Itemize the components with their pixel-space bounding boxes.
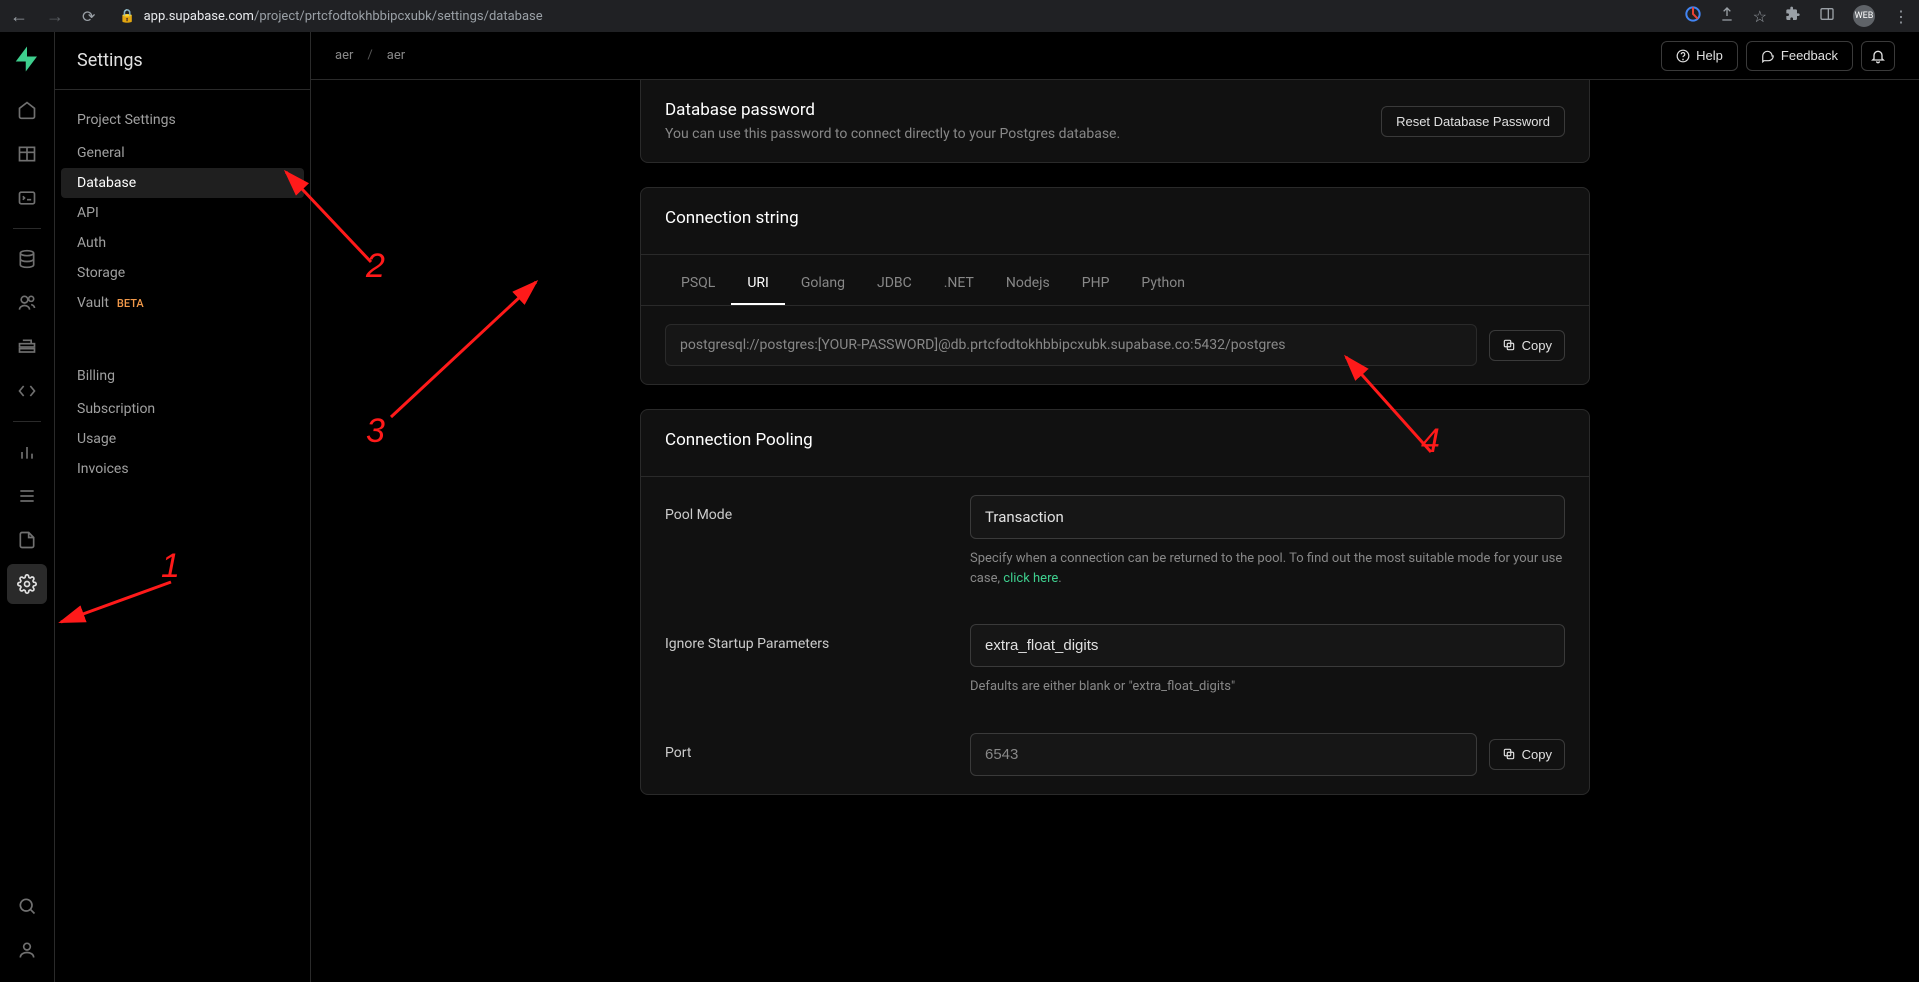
main-area: aer / aer Help Feedback Data xyxy=(311,32,1919,982)
tab-golang[interactable]: Golang xyxy=(785,263,861,305)
lock-icon: 🔒 xyxy=(119,9,135,24)
help-button[interactable]: Help xyxy=(1661,41,1738,71)
google-icon[interactable] xyxy=(1685,6,1701,26)
sidebar-item-storage[interactable]: Storage xyxy=(55,258,310,288)
storage-icon[interactable] xyxy=(7,327,47,367)
pool-mode-select[interactable]: Transaction xyxy=(970,495,1565,539)
back-arrow[interactable]: ← xyxy=(10,6,28,27)
sidebar-item-auth[interactable]: Auth xyxy=(55,228,310,258)
sidebar-item-usage[interactable]: Usage xyxy=(55,424,310,454)
card-connection-pooling: Connection Pooling Pool Mode Transaction… xyxy=(640,409,1590,795)
settings-sidebar: Settings Project Settings GeneralDatabas… xyxy=(55,32,311,982)
icon-rail xyxy=(0,32,55,982)
sidebar-item-vault[interactable]: VaultBETA xyxy=(55,288,310,318)
star-icon[interactable]: ☆ xyxy=(1753,7,1767,26)
forward-arrow[interactable]: → xyxy=(46,6,64,27)
connection-string-input[interactable] xyxy=(665,324,1477,366)
chat-icon xyxy=(1761,49,1775,63)
supabase-logo[interactable] xyxy=(12,44,42,74)
breadcrumb: aer / aer xyxy=(335,48,405,63)
breadcrumb-sep: / xyxy=(367,48,372,63)
url-host: app.supabase.com xyxy=(144,9,254,24)
sidebar-item-database[interactable]: Database xyxy=(61,168,304,198)
menu-icon[interactable]: ⋮ xyxy=(1893,7,1909,26)
profile-avatar[interactable]: WEB xyxy=(1853,5,1875,27)
tab-php[interactable]: PHP xyxy=(1066,263,1126,305)
ignore-params-label: Ignore Startup Parameters xyxy=(665,624,970,697)
table-editor-icon[interactable] xyxy=(7,134,47,174)
settings-icon[interactable] xyxy=(7,564,47,604)
sidebar-item-general[interactable]: General xyxy=(55,138,310,168)
tab-python[interactable]: Python xyxy=(1125,263,1201,305)
pool-mode-help-link[interactable]: click here xyxy=(1003,571,1058,586)
reset-password-button[interactable]: Reset Database Password xyxy=(1381,106,1565,137)
api-docs-icon[interactable] xyxy=(7,520,47,560)
logs-icon[interactable] xyxy=(7,476,47,516)
card-connection-string: Connection string PSQLURIGolangJDBC.NETN… xyxy=(640,187,1590,385)
url-path: /project/prtcfodtokhbbipcxubk/settings/d… xyxy=(254,9,543,24)
ignore-params-help: Defaults are either blank or "extra_floa… xyxy=(970,677,1565,697)
connection-string-tabs: PSQLURIGolangJDBC.NETNodejsPHPPython xyxy=(641,263,1589,306)
extensions-icon[interactable] xyxy=(1785,6,1801,26)
notifications-button[interactable] xyxy=(1861,41,1895,71)
tab-psql[interactable]: PSQL xyxy=(665,263,731,305)
card-desc: You can use this password to connect dir… xyxy=(665,126,1120,142)
sidebar-heading-billing: Billing xyxy=(55,346,310,394)
feedback-button[interactable]: Feedback xyxy=(1746,41,1853,71)
sidebar-heading-project: Project Settings xyxy=(55,90,310,138)
url-bar[interactable]: 🔒 app.supabase.com/project/prtcfodtokhbb… xyxy=(109,9,1670,24)
reload-icon[interactable]: ⟳ xyxy=(82,7,95,26)
tab-net[interactable]: .NET xyxy=(928,263,990,305)
copy-port-button[interactable]: Copy xyxy=(1489,739,1565,770)
card-title: Database password xyxy=(665,100,1120,120)
pool-mode-label: Pool Mode xyxy=(665,495,970,588)
reports-icon[interactable] xyxy=(7,432,47,472)
sidebar-title: Settings xyxy=(55,50,310,90)
port-label: Port xyxy=(665,733,970,776)
edge-functions-icon[interactable] xyxy=(7,371,47,411)
port-input[interactable] xyxy=(970,733,1477,776)
sql-editor-icon[interactable] xyxy=(7,178,47,218)
help-icon xyxy=(1676,49,1690,63)
sidebar-item-api[interactable]: API xyxy=(55,198,310,228)
share-icon[interactable] xyxy=(1719,6,1735,26)
sidebar-item-invoices[interactable]: Invoices xyxy=(55,454,310,484)
account-icon[interactable] xyxy=(7,930,47,970)
copy-connection-string-button[interactable]: Copy xyxy=(1489,330,1565,361)
browser-chrome: ← → ⟳ 🔒 app.supabase.com/project/prtcfod… xyxy=(0,0,1919,32)
pool-mode-help: Specify when a connection can be returne… xyxy=(970,549,1565,588)
copy-icon xyxy=(1502,747,1516,761)
topbar: aer / aer Help Feedback xyxy=(311,32,1919,80)
breadcrumb-item[interactable]: aer xyxy=(335,48,353,63)
breadcrumb-item[interactable]: aer xyxy=(387,48,405,63)
copy-icon xyxy=(1502,338,1516,352)
beta-badge: BETA xyxy=(117,297,144,310)
card-database-password: Database password You can use this passw… xyxy=(640,80,1590,163)
card-title: Connection string xyxy=(665,208,799,228)
home-icon[interactable] xyxy=(7,90,47,130)
bell-icon xyxy=(1870,48,1886,64)
auth-icon[interactable] xyxy=(7,283,47,323)
ignore-params-input[interactable] xyxy=(970,624,1565,667)
panel-icon[interactable] xyxy=(1819,6,1835,26)
database-icon[interactable] xyxy=(7,239,47,279)
card-title: Connection Pooling xyxy=(665,430,813,450)
tab-jdbc[interactable]: JDBC xyxy=(861,263,928,305)
tab-uri[interactable]: URI xyxy=(731,263,785,305)
sidebar-item-subscription[interactable]: Subscription xyxy=(55,394,310,424)
tab-nodejs[interactable]: Nodejs xyxy=(990,263,1066,305)
search-icon[interactable] xyxy=(7,886,47,926)
